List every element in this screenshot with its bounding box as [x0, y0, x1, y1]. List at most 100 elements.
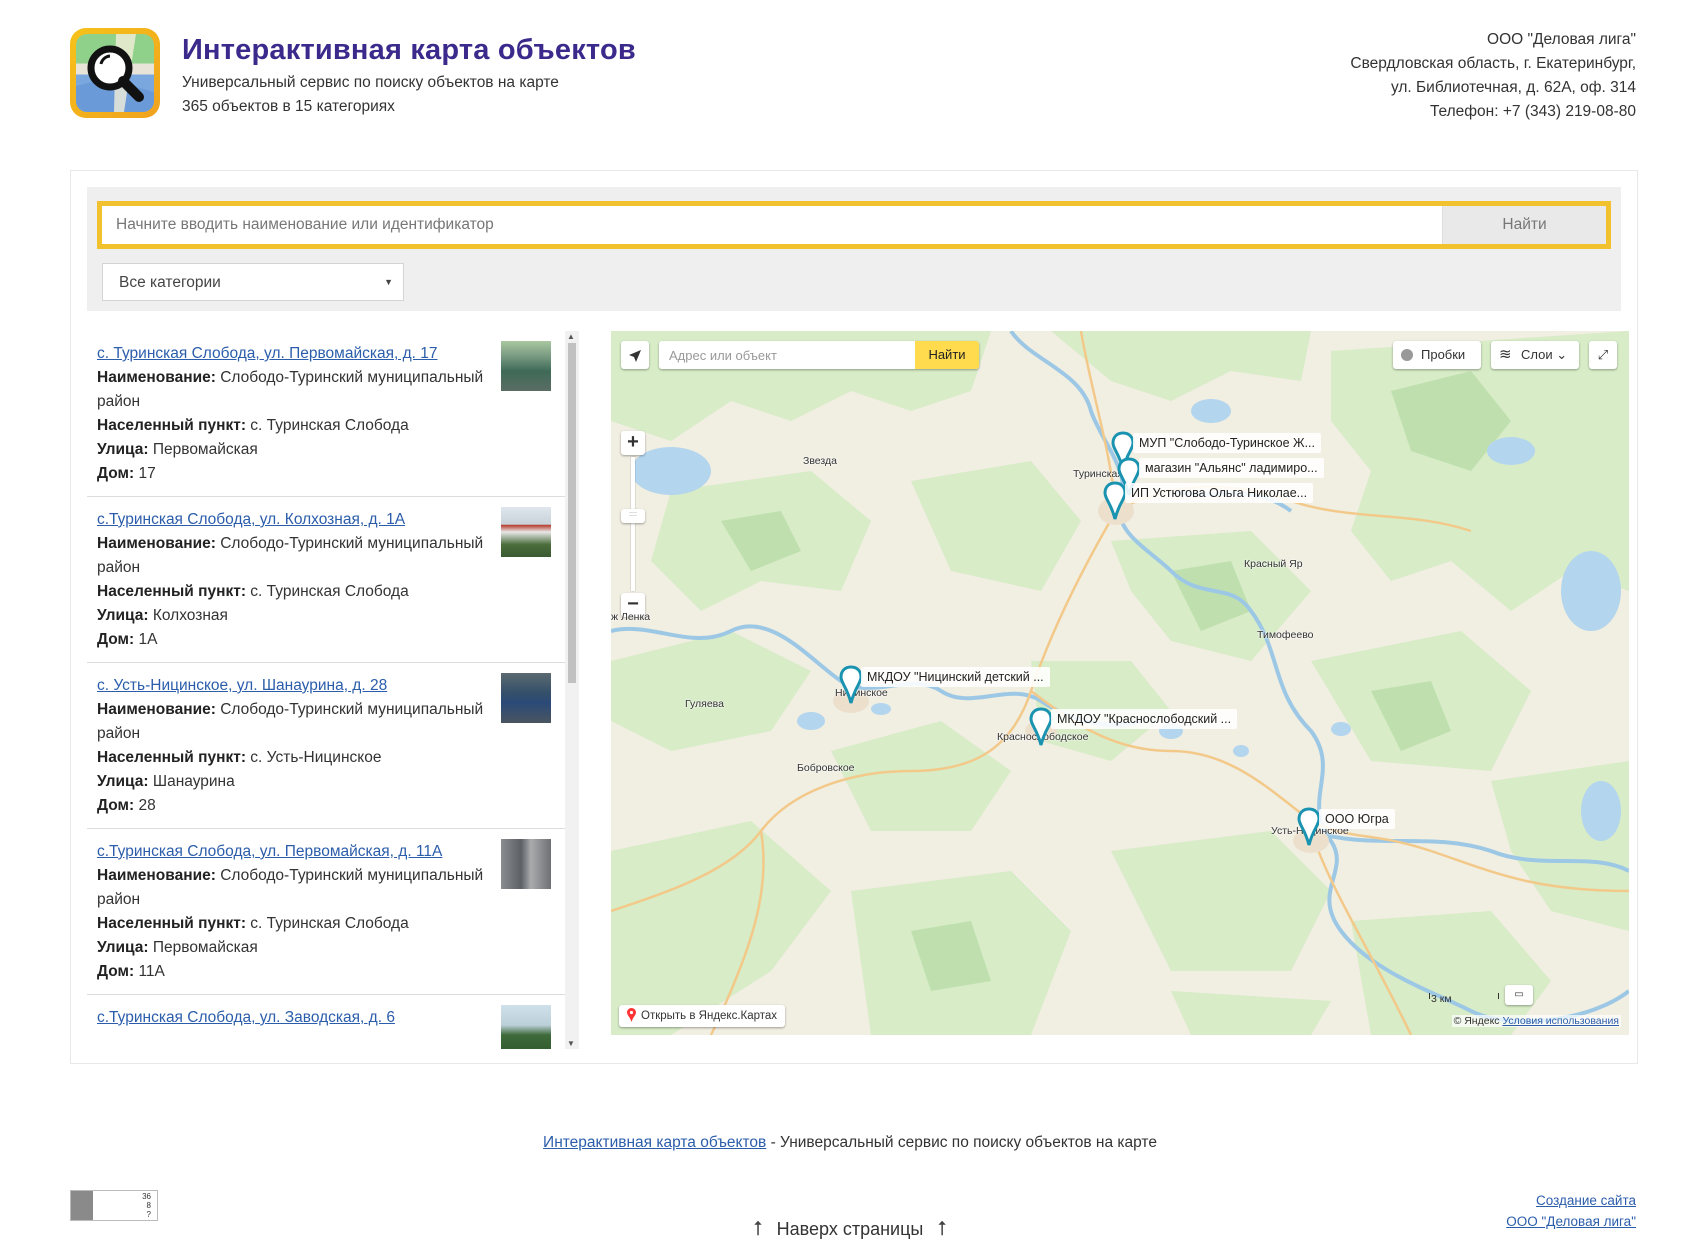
scale-label: 3 км	[1431, 993, 1452, 1005]
place-label: Бобровское	[797, 762, 855, 774]
object-photo[interactable]	[501, 507, 551, 557]
object-house: Дом: 11А	[97, 963, 165, 980]
scroll-thumb[interactable]	[568, 343, 576, 683]
object-photo[interactable]	[501, 839, 551, 889]
object-photo[interactable]	[501, 1005, 551, 1049]
marker-label[interactable]: МУП "Слободо-Туринское Ж...	[1133, 433, 1321, 453]
search-button[interactable]: Найти	[1442, 206, 1606, 244]
scroll-down-icon[interactable]: ▼	[567, 1039, 575, 1048]
object-settlement: Населенный пункт: с. Усть-Ницинское	[97, 749, 382, 766]
objects-count: 365 объектов в 15 категориях	[182, 98, 395, 115]
object-photo[interactable]	[501, 673, 551, 723]
navigation-arrow-icon	[629, 349, 641, 362]
site-subtitle: Универсальный сервис по поиску объектов …	[182, 74, 559, 91]
object-street: Улица: Колхозная	[97, 607, 228, 624]
company-name: ООО "Деловая лига"	[1487, 31, 1636, 48]
marker-label[interactable]: ООО Югра	[1319, 809, 1395, 829]
list-item[interactable]: с. Туринская Слобода, ул. Первомайская, …	[87, 331, 565, 497]
object-street: Улица: Первомайская	[97, 441, 258, 458]
map-marker-icon[interactable]	[1029, 707, 1053, 747]
dropdown-arrow-icon: ▼	[384, 277, 393, 287]
traffic-label: Пробки	[1421, 347, 1466, 362]
map-marker-icon[interactable]	[839, 665, 863, 705]
visit-counter[interactable]: 36 8 ?	[70, 1190, 158, 1221]
map-search-input[interactable]	[659, 341, 915, 369]
zoom-slider-handle[interactable]: ::::	[621, 509, 645, 523]
counter-chart-icon	[71, 1191, 93, 1220]
search-block: Найти Все категории ▼	[87, 187, 1621, 311]
terms-link[interactable]: Условия использования	[1502, 1015, 1619, 1027]
arrow-up-icon: ⭡	[753, 1218, 763, 1240]
map[interactable]: Найти Пробки ≋ Слои ⌄ ⤢ + :::: − Звезда …	[611, 331, 1629, 1035]
place-label: Красный Яр	[1244, 558, 1303, 570]
map-marker-icon[interactable]	[1103, 481, 1127, 521]
site-creation-link[interactable]: Создание сайта	[1506, 1190, 1636, 1211]
place-label: ж Ленка	[611, 611, 651, 623]
list-item[interactable]: с.Туринская Слобода, ул. Заводская, д. 6	[87, 995, 565, 1049]
object-street: Улица: Шанаурина	[97, 773, 235, 790]
company-phone: Телефон: +7 (343) 219-08-80	[1429, 103, 1636, 120]
to-top-link[interactable]: ⭡ Наверх страницы ⭡	[0, 1218, 1700, 1241]
fullscreen-button[interactable]: ⤢	[1589, 341, 1617, 369]
ruler-icon[interactable]: ▭	[1505, 985, 1533, 1005]
list-item[interactable]: с. Усть-Ницинское, ул. Шанаурина, д. 28 …	[87, 663, 565, 829]
marker-label[interactable]: МКДОУ "Ницинский детский ...	[861, 667, 1050, 687]
object-name: Наименование: Слободо-Туринский муниципа…	[97, 867, 484, 908]
object-name: Наименование: Слободо-Туринский муниципа…	[97, 701, 484, 742]
category-select[interactable]: Все категории ▼	[102, 263, 404, 301]
credits: Создание сайта ООО "Деловая лига"	[1506, 1190, 1636, 1232]
object-house: Дом: 1А	[97, 631, 158, 648]
company-link[interactable]: ООО "Деловая лига"	[1506, 1211, 1636, 1232]
red-pin-icon	[627, 1008, 636, 1022]
objects-list[interactable]: с. Туринская Слобода, ул. Первомайская, …	[87, 331, 579, 1049]
expand-icon: ⤢	[1597, 347, 1609, 362]
main-panel: Найти Все категории ▼ с. Туринская Слобо…	[70, 170, 1638, 1064]
site-logo[interactable]	[70, 28, 160, 118]
category-select-value: Все категории	[119, 274, 221, 291]
open-in-yandex-label: Открыть в Яндекс.Картах	[641, 1010, 778, 1022]
traffic-button[interactable]: Пробки	[1393, 341, 1481, 369]
marker-label[interactable]: магазин "Альянс" ладимиро...	[1139, 458, 1324, 478]
zoom-slider-track[interactable]	[631, 457, 635, 591]
object-house: Дом: 17	[97, 465, 156, 482]
marker-label[interactable]: ИП Устюгова Ольга Николае...	[1125, 483, 1314, 503]
company-address: ул. Библиотечная, д. 62А, оф. 314	[1390, 79, 1636, 96]
scroll-up-icon[interactable]: ▲	[567, 332, 575, 341]
object-link[interactable]: с.Туринская Слобода, ул. Заводская, д. 6	[97, 1006, 555, 1030]
list-item[interactable]: с.Туринская Слобода, ул. Колхозная, д. 1…	[87, 497, 565, 663]
site-title: Интерактивная карта объектов	[182, 34, 636, 66]
geolocation-button[interactable]	[621, 341, 649, 369]
zoom-in-button[interactable]: +	[621, 431, 645, 455]
traffic-light-icon	[1401, 349, 1413, 361]
object-settlement: Населенный пункт: с. Туринская Слобода	[97, 915, 409, 932]
list-scrollbar[interactable]: ▲ ▼	[565, 331, 579, 1049]
company-info: ООО "Деловая лига" Свердловская область,…	[1350, 28, 1636, 124]
object-settlement: Населенный пункт: с. Туринская Слобода	[97, 417, 409, 434]
object-name: Наименование: Слободо-Туринский муниципа…	[97, 535, 484, 576]
place-label: Гуляева	[685, 698, 724, 710]
object-link[interactable]: с. Туринская Слобода, ул. Первомайская, …	[97, 342, 555, 366]
map-search-button[interactable]: Найти	[915, 341, 979, 369]
map-marker-icon[interactable]	[1297, 807, 1321, 847]
object-street: Улица: Первомайская	[97, 939, 258, 956]
list-item[interactable]: с.Туринская Слобода, ул. Первомайская, д…	[87, 829, 565, 995]
chevron-down-icon: ⌄	[1556, 347, 1568, 362]
object-link[interactable]: с.Туринская Слобода, ул. Колхозная, д. 1…	[97, 508, 555, 532]
layers-button[interactable]: ≋ Слои ⌄	[1491, 341, 1579, 369]
layers-icon: ≋	[1499, 346, 1512, 363]
object-name: Наименование: Слободо-Туринский муниципа…	[97, 369, 484, 410]
marker-label[interactable]: МКДОУ "Краснослободский ...	[1051, 709, 1238, 729]
search-input[interactable]	[102, 206, 1442, 244]
footer-home-link[interactable]: Интерактивная карта объектов	[543, 1134, 766, 1151]
object-link[interactable]: с. Усть-Ницинское, ул. Шанаурина, д. 28	[97, 674, 555, 698]
place-label: Звезда	[803, 455, 837, 467]
search-frame: Найти	[97, 201, 1611, 249]
layers-label: Слои	[1521, 347, 1553, 362]
footer-description: Интерактивная карта объектов - Универсал…	[543, 1134, 1157, 1151]
open-in-yandex-button[interactable]: Открыть в Яндекс.Картах	[619, 1005, 786, 1027]
object-photo[interactable]	[501, 341, 551, 391]
counter-values: 36 8 ?	[142, 1192, 151, 1219]
map-copyright: © Яндекс Условия использования	[1451, 1015, 1621, 1027]
object-house: Дом: 28	[97, 797, 156, 814]
object-link[interactable]: с.Туринская Слобода, ул. Первомайская, д…	[97, 840, 555, 864]
